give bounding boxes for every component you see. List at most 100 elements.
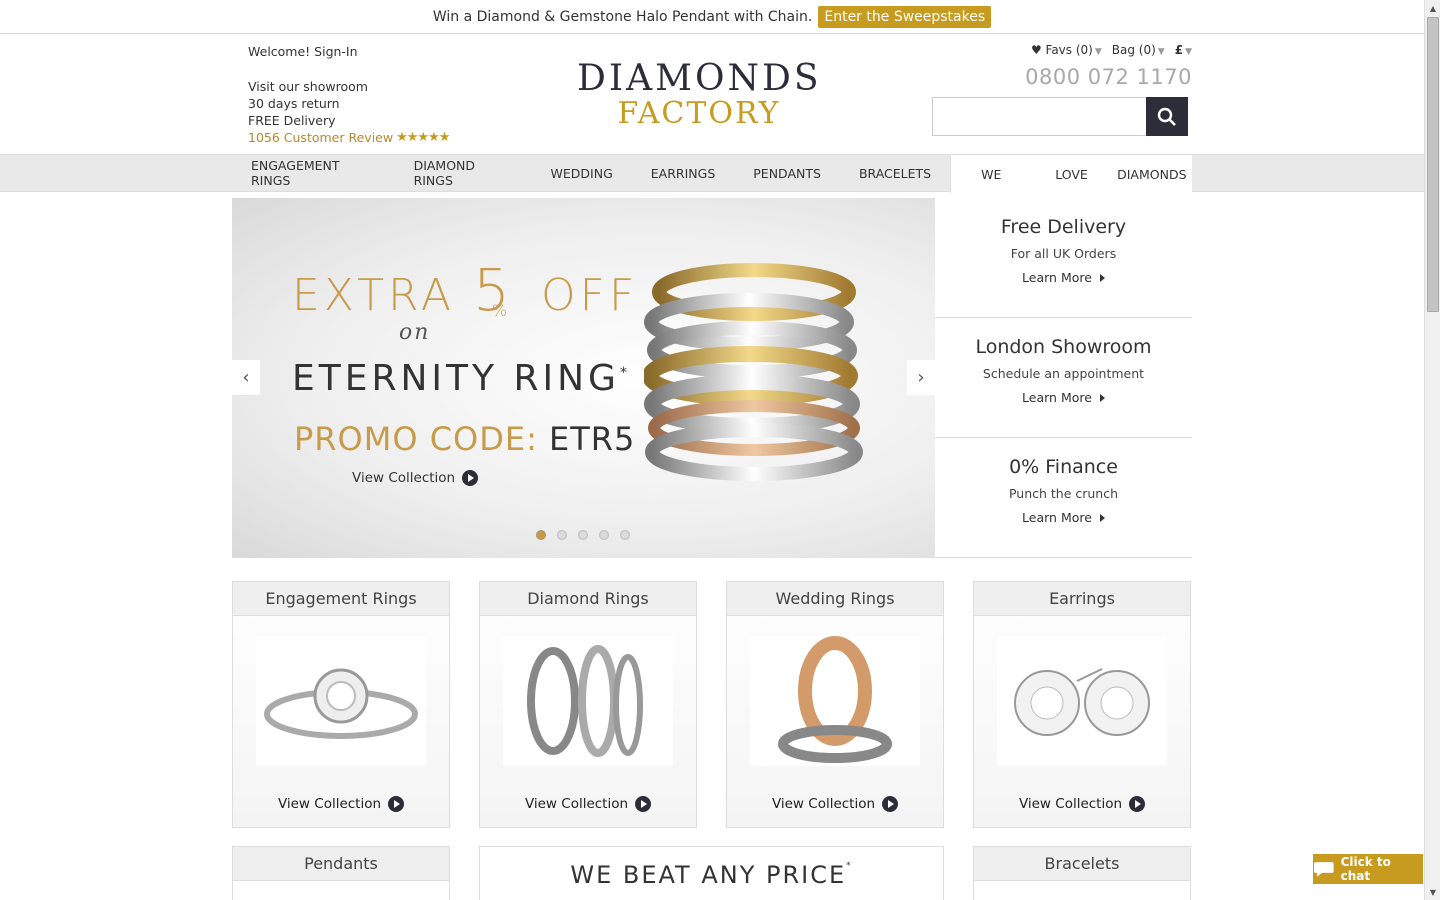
sweepstakes-button[interactable]: Enter the Sweepstakes <box>818 5 992 28</box>
carousel-dot[interactable] <box>557 530 567 540</box>
heart-icon: ♥ <box>1030 43 1042 57</box>
wedding-rings-image <box>750 636 920 766</box>
category-title: Diamond Rings <box>480 582 696 616</box>
play-arrow-icon <box>635 796 652 812</box>
view-collection-label: View Collection <box>277 796 382 812</box>
search-input[interactable] <box>932 97 1146 136</box>
side-promos: Free Delivery For all UK Orders Learn Mo… <box>935 198 1192 558</box>
category-card[interactable]: Earrings View Collection <box>973 581 1191 828</box>
triangle-right-icon <box>1099 273 1105 282</box>
hero-promo: PROMO CODE: ETR5 <box>294 420 635 458</box>
nav-earrings[interactable]: EARRINGS <box>632 155 734 191</box>
returns-text: 30 days return <box>248 96 340 111</box>
category-card[interactable]: Diamond Rings View Collection <box>479 581 697 828</box>
view-collection-link[interactable]: View Collection <box>233 796 449 812</box>
scrollbar-thumb[interactable] <box>1427 17 1439 312</box>
promo-label: PROMO CODE: <box>294 420 538 458</box>
triangle-right-icon <box>1099 513 1105 522</box>
nav-we[interactable]: WE <box>951 155 1031 193</box>
view-collection-label: View Collection <box>771 796 876 812</box>
category-grid: Engagement Rings View Collection Diamond… <box>232 581 1192 828</box>
category-title: Engagement Rings <box>233 582 449 616</box>
view-collection-label: View Collection <box>1018 796 1123 812</box>
play-arrow-icon <box>388 796 405 812</box>
view-collection-link[interactable]: View Collection <box>974 796 1190 812</box>
beat-price-text: WE BEAT ANY PRICE <box>570 861 847 889</box>
side-title: London Showroom <box>975 336 1152 358</box>
finance-box: 0% Finance Punch the crunch Learn More <box>935 438 1192 558</box>
beat-price-banner[interactable]: WE BEAT ANY PRICE* <box>479 846 944 900</box>
carousel-prev-button[interactable]: ‹ <box>232 360 260 395</box>
nav-love[interactable]: LOVE <box>1031 155 1111 193</box>
currency-menu[interactable]: £ ▼ <box>1175 43 1192 57</box>
promo-bar: Win a Diamond & Gemstone Halo Pendant wi… <box>0 0 1424 34</box>
favs-menu[interactable]: ♥ Favs (0) ▼ <box>1031 43 1102 57</box>
view-collection-link[interactable]: View Collection <box>727 796 943 812</box>
nav-pendants[interactable]: PENDANTS <box>734 155 840 191</box>
side-subtitle: For all UK Orders <box>1010 246 1117 261</box>
category-title: Bracelets <box>974 847 1190 881</box>
search-button[interactable] <box>1146 97 1188 136</box>
bag-menu[interactable]: Bag (0) ▼ <box>1112 43 1165 57</box>
view-collection-link[interactable]: View Collection <box>480 796 696 812</box>
scroll-down-arrow-icon[interactable]: ▼ <box>1425 884 1440 900</box>
page: Win a Diamond & Gemstone Halo Pendant wi… <box>0 0 1424 900</box>
bracelets-card[interactable]: Bracelets <box>973 846 1191 900</box>
nav-diamonds[interactable]: DIAMONDS <box>1112 155 1192 193</box>
nav-tagline: WE LOVE DIAMONDS <box>950 155 1192 193</box>
side-subtitle: Punch the crunch <box>1008 486 1119 501</box>
pendants-card[interactable]: Pendants <box>232 846 450 900</box>
nav-engagement-rings[interactable]: ENGAGEMENT RINGS <box>232 155 395 191</box>
favs-label: Favs (0) <box>1045 43 1093 57</box>
chevron-down-icon: ▼ <box>1157 47 1165 57</box>
hero-view-collection[interactable]: View Collection <box>352 470 479 486</box>
showroom-link[interactable]: Visit our showroom <box>248 78 449 95</box>
search-icon <box>1157 107 1176 126</box>
carousel-next-button[interactable]: › <box>907 360 935 395</box>
category-card[interactable]: Engagement Rings View Collection <box>232 581 450 828</box>
chevron-right-icon: › <box>917 367 925 388</box>
learn-more-link[interactable]: Learn More <box>1022 390 1105 405</box>
carousel-dot[interactable] <box>536 530 546 540</box>
beat-price-asterisk: * <box>846 861 853 871</box>
delivery-text: FREE Delivery <box>248 113 336 128</box>
star-rating-icon: ★★★★★ <box>396 130 450 145</box>
nav-wedding[interactable]: WEDDING <box>532 155 632 191</box>
promo-text: Win a Diamond & Gemstone Halo Pendant wi… <box>432 8 813 25</box>
logo-top: DIAMONDS <box>577 58 822 99</box>
logo[interactable]: DIAMONDS FACTORY <box>577 61 821 131</box>
nav-diamond-rings[interactable]: DIAMOND RINGS <box>395 155 532 191</box>
hero-extra: EXTRA <box>292 270 455 321</box>
view-collection-label: View Collection <box>524 796 629 812</box>
logo-bottom: FACTORY <box>617 96 781 131</box>
category-title: Wedding Rings <box>727 582 943 616</box>
search-bar <box>932 97 1192 136</box>
engagement-ring-image <box>256 636 426 766</box>
review-count: 1056 Customer Review <box>248 130 394 145</box>
chat-button[interactable]: Click to chat <box>1313 854 1423 884</box>
play-arrow-icon <box>1129 796 1146 812</box>
phone-number: 0800 072 1170 <box>1025 65 1192 89</box>
hero-ring: ETERNITY RING* <box>292 358 631 399</box>
category-card[interactable]: Wedding Rings View Collection <box>726 581 944 828</box>
hero-headline: EXTRA 5% OFF <box>292 256 638 324</box>
chat-label: Click to chat <box>1340 855 1391 883</box>
earrings-image <box>997 636 1167 766</box>
carousel-dot[interactable] <box>578 530 588 540</box>
carousel-dot[interactable] <box>599 530 609 540</box>
chevron-down-icon: ▼ <box>1094 47 1102 57</box>
chevron-left-icon: ‹ <box>242 367 250 388</box>
review-link[interactable]: 1056 Customer Review ★★★★★ <box>248 129 450 146</box>
sign-in-link[interactable]: Welcome! Sign-In <box>248 43 449 60</box>
second-row: Pendants WE BEAT ANY PRICE* Bracelets <box>232 846 1192 900</box>
play-arrow-icon <box>462 470 479 486</box>
nav-bracelets[interactable]: BRACELETS <box>840 155 950 191</box>
learn-more-link[interactable]: Learn More <box>1022 270 1105 285</box>
scrollbar[interactable]: ▲ ▼ <box>1424 0 1440 900</box>
category-title: Pendants <box>233 847 449 881</box>
learn-more-link[interactable]: Learn More <box>1022 510 1105 525</box>
free-delivery-box: Free Delivery For all UK Orders Learn Mo… <box>935 198 1192 318</box>
carousel-dots <box>536 530 630 540</box>
scroll-up-arrow-icon[interactable]: ▲ <box>1425 0 1440 16</box>
carousel-dot[interactable] <box>620 530 630 540</box>
